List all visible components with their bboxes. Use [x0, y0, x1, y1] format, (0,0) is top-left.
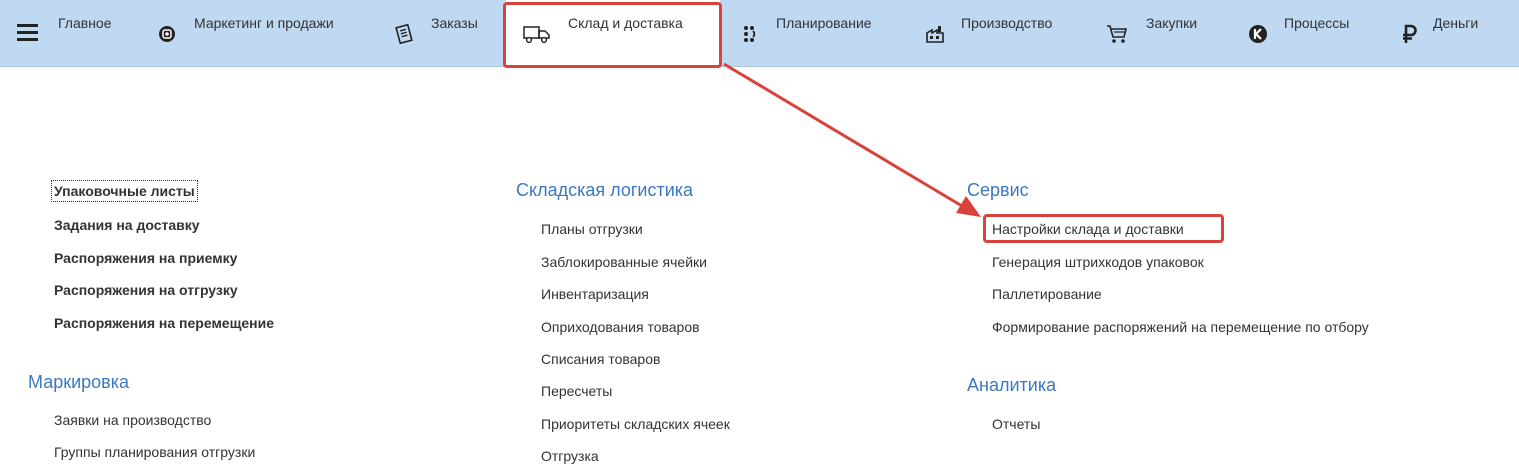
link-shipping[interactable]: Отгрузка	[541, 448, 599, 464]
link-transfer-orders-by-picking[interactable]: Формирование распоряжений на перемещение…	[992, 319, 1369, 335]
sections-panel: Главное Маркетинг и продажи Заказы Склад…	[0, 0, 1519, 67]
link-goods-receipts[interactable]: Оприходования товаров	[541, 319, 700, 335]
section-purchases[interactable]: Закупки	[1106, 0, 1226, 66]
section-label: Производство	[961, 15, 1053, 31]
link-production-requests[interactable]: Заявки на производство	[54, 412, 211, 428]
link-transfer-orders[interactable]: Распоряжения на перемещение	[54, 315, 274, 331]
link-goods-writeoffs[interactable]: Списания товаров	[541, 351, 660, 367]
section-processes[interactable]: Процессы	[1247, 0, 1377, 66]
link-palletizing[interactable]: Паллетирование	[992, 286, 1102, 302]
group-title-analytics: Аналитика	[967, 375, 1057, 395]
orders-icon	[393, 24, 415, 44]
ruble-icon	[1398, 24, 1420, 44]
section-label: Деньги	[1433, 15, 1479, 31]
link-delivery-tasks[interactable]: Задания на доставку	[54, 217, 200, 233]
marketing-icon	[156, 24, 178, 44]
link-barcode-generation[interactable]: Генерация штрихкодов упаковок	[992, 254, 1204, 270]
link-cell-priorities[interactable]: Приоритеты складских ячеек	[541, 416, 730, 432]
section-label: Заказы	[431, 15, 478, 31]
planning-icon	[740, 24, 762, 44]
link-receipt-orders[interactable]: Распоряжения на приемку	[54, 250, 237, 266]
factory-icon	[924, 24, 946, 44]
section-production[interactable]: Производство	[924, 0, 1084, 66]
group-title-warehouse-logistics: Складская логистика	[516, 180, 694, 200]
annotation-arrow	[723, 62, 981, 217]
section-warehouse[interactable]: Склад и доставка	[506, 0, 720, 66]
section-label: Склад и доставка	[568, 15, 683, 31]
link-blocked-cells[interactable]: Заблокированные ячейки	[541, 254, 707, 270]
section-money[interactable]: Деньги	[1398, 0, 1508, 66]
link-recounts[interactable]: Пересчеты	[541, 383, 612, 399]
link-shipment-plans[interactable]: Планы отгрузки	[541, 221, 643, 237]
processes-icon	[1247, 24, 1269, 44]
link-packing-lists[interactable]: Упаковочные листы	[51, 180, 198, 202]
cart-icon	[1106, 24, 1128, 44]
group-title-marking: Маркировка	[28, 372, 130, 392]
section-label: Закупки	[1146, 15, 1198, 31]
link-shipment-orders[interactable]: Распоряжения на отгрузку	[54, 282, 238, 298]
section-label: Главное	[58, 15, 112, 31]
link-inventory[interactable]: Инвентаризация	[541, 286, 649, 302]
group-title-service: Сервис	[967, 180, 1029, 200]
menu-icon	[17, 24, 38, 42]
link-warehouse-settings[interactable]: Настройки склада и доставки	[992, 221, 1184, 237]
section-planning[interactable]: Планирование	[740, 0, 900, 66]
section-label: Маркетинг и продажи	[194, 15, 334, 31]
section-orders[interactable]: Заказы	[393, 0, 503, 66]
truck-icon	[522, 24, 552, 44]
section-label: Планирование	[776, 15, 872, 31]
section-label: Процессы	[1284, 15, 1350, 31]
link-reports[interactable]: Отчеты	[992, 416, 1040, 432]
section-main[interactable]: Главное	[14, 0, 134, 66]
link-shipment-planning-groups[interactable]: Группы планирования отгрузки	[54, 444, 255, 460]
section-marketing[interactable]: Маркетинг и продажи	[156, 0, 366, 66]
